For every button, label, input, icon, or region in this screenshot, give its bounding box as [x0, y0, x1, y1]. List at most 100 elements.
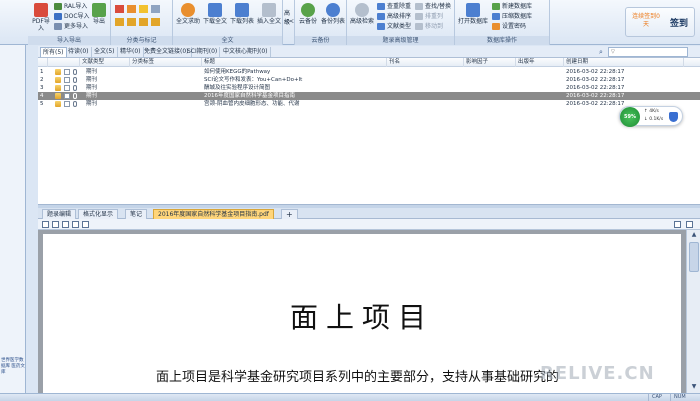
- watermark: RELIVE.CN: [540, 363, 655, 384]
- group-label: 数据库操作: [455, 36, 549, 45]
- folder-icon[interactable]: [127, 18, 136, 26]
- tab-record-edit[interactable]: 题录编辑: [42, 209, 77, 219]
- scroll-down-icon[interactable]: ▼: [689, 383, 699, 392]
- move-to-button[interactable]: 移动到: [415, 22, 443, 31]
- more-icon: [54, 23, 62, 30]
- folder-icon[interactable]: [115, 18, 124, 26]
- col-icons[interactable]: [48, 58, 80, 67]
- print-icon[interactable]: [52, 221, 59, 228]
- col-year[interactable]: 出版年: [516, 58, 564, 67]
- col-impact[interactable]: 影响因子: [464, 58, 516, 67]
- compress-database-button[interactable]: 压缩数据库: [492, 12, 532, 21]
- doc-icon: [64, 101, 70, 107]
- sign-in-box[interactable]: 连续签到0天 签到: [625, 7, 695, 37]
- page-icon[interactable]: [72, 221, 79, 228]
- red-flag-icon[interactable]: [115, 5, 124, 13]
- pdf-import-button[interactable]: PDF导入: [30, 3, 52, 32]
- folder-icon: [55, 69, 61, 75]
- tab-notes[interactable]: 笔记: [125, 209, 148, 219]
- attachment-icon: [73, 77, 77, 83]
- folder-icon: [55, 101, 61, 107]
- dedupe-icon: [377, 3, 385, 10]
- dedupe-column-button[interactable]: 排重列: [415, 12, 443, 21]
- doc-icon: [64, 93, 70, 99]
- advanced-sort-button[interactable]: 高级排序: [377, 12, 411, 21]
- group-fulltext: 全文求助 下载全文 下载列表 插入全文 全文: [173, 0, 283, 45]
- yellow-flag-icon[interactable]: [139, 5, 148, 13]
- group-collapse: 高级 <<: [283, 0, 295, 45]
- tab-essence[interactable]: 精华(0): [118, 47, 144, 57]
- folder-icon: [55, 93, 61, 99]
- doc-icon: [64, 69, 70, 75]
- col-journal[interactable]: 刊名: [387, 58, 464, 67]
- doc-import-button[interactable]: DOC导入: [54, 12, 90, 21]
- scroll-thumb[interactable]: [689, 242, 699, 272]
- folder-icon[interactable]: [151, 18, 160, 26]
- edit-icon[interactable]: [82, 221, 89, 228]
- search-icon[interactable]: ⌕: [599, 48, 603, 57]
- tab-format-display[interactable]: 格式化显示: [78, 209, 119, 219]
- folder-icon[interactable]: [139, 18, 148, 26]
- add-tab-button[interactable]: +: [281, 209, 298, 219]
- sign-in-button[interactable]: 签到: [670, 16, 688, 29]
- tab-fulltext[interactable]: 全文(5): [92, 47, 118, 57]
- backup-list-button[interactable]: 备份列表: [321, 3, 345, 25]
- advanced-search-button[interactable]: 高级检索: [349, 3, 375, 25]
- download-fulltext-button[interactable]: 下载全文: [202, 3, 228, 25]
- table-row[interactable]: 1 期刊 如何使用KEGG的Pathway 2016-03-02 22:28:1…: [38, 68, 700, 76]
- network-speed-widget[interactable]: 59% ↑ 4K/s ↓ 0.1K/s: [619, 106, 683, 127]
- table-row[interactable]: 2 期刊 SCI论文写作和发表：You+Can+Do+It 2016-03-02…: [38, 76, 700, 84]
- new-database-button[interactable]: 新建数据库: [492, 2, 532, 11]
- reference-table: 文献类型 分类标签 标题 刊名 影响因子 出版年 创建日期 1 期刊 如何使用K…: [38, 58, 700, 204]
- orange-flag-icon[interactable]: [127, 5, 136, 13]
- ral-import-button[interactable]: RAL导入: [54, 2, 87, 11]
- more-import-button[interactable]: 更多导入: [54, 22, 88, 31]
- left-pane: 剪切 复制 粘贴 目录 世界医学数据库 医药文库: [0, 0, 26, 401]
- group-label: 题录高级管理: [347, 36, 454, 45]
- find-replace-button[interactable]: 查找/替换: [415, 2, 451, 11]
- search-dropdown-icon[interactable]: ▽: [611, 48, 615, 57]
- tab-pdf[interactable]: 2016年度国家自然科学基金项目指南.pdf: [153, 209, 274, 219]
- network-percent: 59%: [620, 107, 640, 127]
- tag-icon[interactable]: [151, 5, 160, 13]
- fulltext-request-button[interactable]: 全文求助: [175, 3, 201, 25]
- export-button[interactable]: 导出: [90, 3, 108, 25]
- col-title[interactable]: 标题: [202, 58, 387, 67]
- open-icon[interactable]: [42, 221, 49, 228]
- save-icon[interactable]: [62, 221, 69, 228]
- scroll-up-icon[interactable]: ▲: [689, 231, 699, 240]
- find-icon: [415, 3, 423, 10]
- table-row-selected[interactable]: 4 期刊 2016年度国家自然科学基金项目指南 2016-03-02 22:28…: [38, 92, 700, 100]
- attachment-icon: [73, 85, 77, 91]
- tab-unread[interactable]: 待读(0): [66, 47, 92, 57]
- group-label: 云备份: [295, 36, 346, 45]
- collapse-button[interactable]: <<: [284, 18, 294, 25]
- table-row[interactable]: 5 期刊 宫颈-阴血管内皮细胞形态、功能、代谢 2016-03-02 22:28…: [38, 100, 700, 108]
- tab-core[interactable]: 中文核心期刊(0): [221, 47, 271, 57]
- document-title: 面上项目: [289, 301, 434, 334]
- table-row[interactable]: 3 期刊 酬城及往实验程序设计简图 2016-03-02 22:28:17: [38, 84, 700, 92]
- sign-streak: 连续签到0天: [632, 13, 660, 28]
- open-database-button[interactable]: 打开数据库: [458, 3, 488, 25]
- set-password-button[interactable]: 设置密码: [492, 22, 526, 31]
- doc-type-button[interactable]: 文献类型: [377, 22, 411, 31]
- search-input[interactable]: ⌕ ▽: [599, 47, 688, 57]
- col-created[interactable]: 创建日期: [564, 58, 684, 67]
- vertical-scrollbar[interactable]: ▲ ▼: [686, 230, 700, 393]
- backup-icon: [326, 3, 340, 17]
- col-category[interactable]: 分类标签: [130, 58, 202, 67]
- ribbon: PDF导入 RAL导入 DOC导入 更多导入 导出 导入导出 分类与标记 全文求…: [0, 0, 700, 45]
- insert-fulltext-button[interactable]: 插入全文: [256, 3, 282, 25]
- group-label: 全文: [173, 36, 282, 45]
- col-num[interactable]: [38, 58, 48, 67]
- col-doc-type[interactable]: 文献类型: [80, 58, 130, 67]
- fullscreen-icon[interactable]: [686, 221, 693, 228]
- download-list-button[interactable]: 下载列表: [229, 3, 255, 25]
- cloud-backup-button[interactable]: 云备份: [297, 3, 319, 25]
- new-db-icon: [492, 3, 500, 10]
- dedupe-button[interactable]: 查重除重: [377, 2, 411, 11]
- folder-icon: [55, 85, 61, 91]
- tab-all[interactable]: 所有(5): [40, 47, 67, 57]
- tab-sci[interactable]: SCI期刊(0): [185, 47, 221, 57]
- fit-page-icon[interactable]: [674, 221, 681, 228]
